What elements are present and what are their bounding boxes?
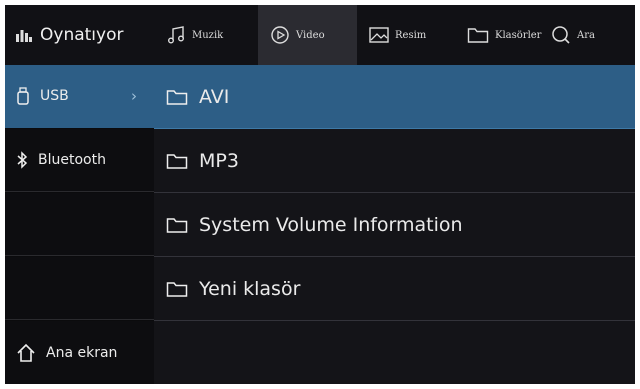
sidebar-item-empty-2 [5, 257, 154, 320]
tab-folders[interactable]: Klasörler [455, 5, 551, 65]
folder-icon [166, 280, 188, 298]
now-playing-label: Oynatıyor [40, 25, 124, 45]
sidebar: USB › Bluetooth Ana ekran [5, 65, 154, 384]
search-icon [551, 25, 571, 45]
tab-music[interactable]: Muzik [154, 5, 258, 65]
top-bar: Oynatıyor Muzik Video Resim Klasörler Ar… [5, 5, 635, 65]
bluetooth-icon [16, 151, 28, 169]
sidebar-item-usb-label: USB [40, 88, 69, 104]
folder-row[interactable]: System Volume Information [154, 193, 635, 257]
tab-image-label: Resim [395, 29, 427, 41]
sidebar-item-empty-1 [5, 193, 154, 256]
folder-row[interactable]: Yeni klasör [154, 257, 635, 321]
folder-name: MP3 [199, 149, 239, 172]
sidebar-item-bluetooth[interactable]: Bluetooth [5, 129, 154, 192]
folder-row[interactable]: MP3 [154, 129, 635, 193]
folder-icon [467, 26, 489, 44]
tab-image[interactable]: Resim [357, 5, 455, 65]
sidebar-item-usb[interactable]: USB › [5, 65, 154, 128]
folder-icon [166, 88, 188, 106]
folder-name: AVI [199, 85, 230, 108]
home-icon [16, 343, 36, 363]
chevron-right-icon: › [131, 87, 137, 105]
folder-name: Yeni klasör [199, 277, 301, 300]
play-circle-icon [270, 25, 290, 45]
folder-row[interactable]: AVI [154, 65, 635, 129]
tab-search[interactable]: Ara [551, 5, 631, 65]
sidebar-item-home[interactable]: Ana ekran [5, 321, 154, 384]
tab-bar: Muzik Video Resim Klasörler Ara [154, 5, 631, 65]
media-player-window: Oynatıyor Muzik Video Resim Klasörler Ar… [5, 5, 635, 384]
music-note-icon [166, 25, 186, 45]
tab-search-label: Ara [577, 29, 595, 41]
tab-folders-label: Klasörler [495, 29, 542, 41]
now-playing-button[interactable]: Oynatıyor [5, 5, 154, 65]
usb-icon [16, 87, 30, 105]
folder-icon [166, 216, 188, 234]
tab-video[interactable]: Video [258, 5, 357, 65]
folder-list: AVI MP3 System Volume Information Yeni k… [154, 65, 635, 384]
tab-video-label: Video [296, 29, 325, 41]
equalizer-icon [16, 28, 32, 42]
tab-music-label: Muzik [192, 29, 224, 41]
folder-icon [166, 152, 188, 170]
image-icon [369, 26, 389, 44]
sidebar-item-bluetooth-label: Bluetooth [38, 152, 106, 168]
sidebar-item-home-label: Ana ekran [46, 344, 118, 361]
folder-name: System Volume Information [199, 213, 463, 236]
